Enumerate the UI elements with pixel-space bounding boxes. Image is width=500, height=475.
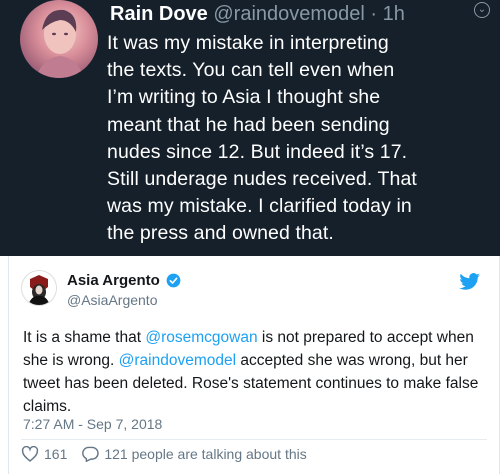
twitter-bird-icon[interactable] xyxy=(459,273,481,291)
embedded-display-name[interactable]: Rain Dove xyxy=(110,3,208,25)
comment-bubble-icon[interactable] xyxy=(81,446,100,462)
author-handle[interactable]: @AsiaArgento xyxy=(67,292,157,308)
tweet-actions: 161 121 people are talking about this xyxy=(21,446,307,462)
mention-link[interactable]: @raindovemodel xyxy=(119,352,236,369)
like-count: 161 xyxy=(44,446,68,462)
verified-badge-icon xyxy=(166,273,181,288)
mention-link[interactable]: @rosemcgowan xyxy=(145,329,257,346)
embedded-tweet-screenshot: Rain Dove @raindovemodel · 1h ⌄ It was m… xyxy=(0,0,500,256)
tweet-text: It is a shame that @rosemcgowan is not p… xyxy=(23,326,491,418)
tweet-text-part: It is a shame that xyxy=(23,329,146,346)
heart-icon[interactable] xyxy=(21,446,39,462)
tweet-timestamp[interactable]: 7:27 AM - Sep 7, 2018 xyxy=(23,416,162,432)
author-display-name[interactable]: Asia Argento xyxy=(67,272,160,289)
embedded-tweet-text: It was my mistake in interpreting the te… xyxy=(107,32,417,245)
asia-argento-avatar[interactable] xyxy=(21,270,57,306)
embedded-handle-time: @raindovemodel · 1h xyxy=(207,3,405,25)
divider xyxy=(21,439,487,440)
embedded-tweet-header: Rain Dove @raindovemodel · 1h xyxy=(110,2,405,26)
rain-dove-avatar[interactable] xyxy=(20,0,98,78)
tweet-card: Asia Argento @AsiaArgento It is a shame … xyxy=(8,256,500,474)
people-talking-link[interactable]: 121 people are talking about this xyxy=(104,446,306,462)
more-options-icon[interactable]: ⌄ xyxy=(474,2,490,18)
